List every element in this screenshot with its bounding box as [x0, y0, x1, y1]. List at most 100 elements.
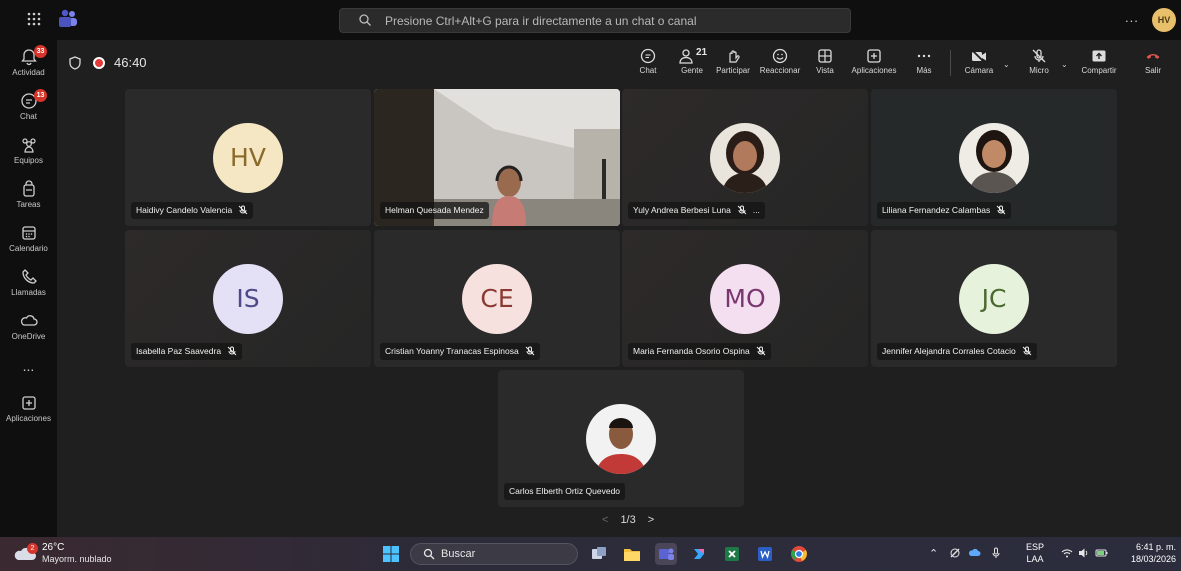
avatar: CE: [462, 264, 532, 334]
toolbar-divider: [950, 50, 951, 76]
mic-label: Micro: [1029, 66, 1049, 75]
raise-label: Participar: [716, 66, 750, 75]
chrome-icon[interactable]: [788, 543, 810, 565]
search-box[interactable]: [339, 8, 851, 33]
apps-button[interactable]: Aplicaciones: [849, 44, 899, 84]
mic-options-chevron-icon[interactable]: ⌄: [1061, 60, 1068, 69]
more-options-icon[interactable]: ...: [1125, 10, 1139, 25]
view-label: Vista: [816, 66, 834, 75]
copilot-icon[interactable]: [688, 543, 710, 565]
avatar-photo: [959, 123, 1029, 193]
camera-button[interactable]: Cámara: [962, 44, 996, 84]
react-button[interactable]: Reaccionar: [758, 44, 802, 84]
participant-tile-video[interactable]: Helman Quesada Mendez: [374, 89, 620, 226]
more-button[interactable]: Más: [913, 44, 935, 84]
people-label: Gente: [681, 66, 703, 75]
rail-label: Equipos: [14, 156, 43, 165]
participant-tile[interactable]: JC Jennifer Alejandra Corrales Cotacio: [871, 230, 1117, 367]
mic-button[interactable]: Micro: [1024, 44, 1054, 84]
rail-item-equipos[interactable]: Equipos: [0, 132, 57, 176]
view-button[interactable]: Vista: [812, 44, 838, 84]
teams-taskbar-icon[interactable]: [655, 543, 677, 565]
wifi-icon[interactable]: [1061, 547, 1073, 559]
participant-name: Maria Fernanda Osorio Ospina: [628, 343, 771, 360]
participant-tile[interactable]: IS Isabella Paz Saavedra: [125, 230, 371, 367]
phone-icon: [21, 269, 37, 284]
participant-tile[interactable]: CE Cristian Yoanny Tranacas Espinosa: [374, 230, 620, 367]
participant-name: Helman Quesada Mendez: [380, 202, 489, 219]
leave-button[interactable]: Salir: [1141, 44, 1165, 84]
more-options-icon[interactable]: ...: [753, 205, 760, 215]
mic-off-icon: [1032, 49, 1046, 63]
participant-tile[interactable]: Yuly Andrea Berbesi Luna...: [622, 89, 868, 226]
avatar-photo: [586, 404, 656, 474]
tasks-icon: [22, 180, 35, 197]
recording-indicator-icon: [93, 57, 105, 69]
weather-desc: Mayorm. nublado: [42, 554, 112, 564]
rail-label: Tareas: [16, 200, 41, 209]
rail-label: Chat: [20, 112, 37, 121]
participant-tile[interactable]: Carlos Elberth Ortiz Quevedo: [498, 370, 744, 507]
input-language[interactable]: ESP LAA: [1026, 541, 1044, 565]
participant-count: 21: [696, 47, 708, 58]
people-button[interactable]: 21 Gente: [674, 44, 710, 84]
avatar: HV: [213, 123, 283, 193]
excel-icon[interactable]: [721, 543, 743, 565]
more-label: Más: [916, 66, 932, 75]
share-label: Compartir: [1081, 66, 1117, 75]
mic-off-icon: [996, 205, 1006, 215]
rail-item-chat[interactable]: 13 Chat: [0, 88, 57, 132]
file-explorer-icon[interactable]: [621, 543, 643, 565]
task-view-icon[interactable]: [588, 543, 610, 565]
microphone-tray-icon[interactable]: [990, 547, 1002, 559]
rail-item-aplicaciones[interactable]: Aplicaciones: [0, 390, 57, 434]
participant-tile[interactable]: Liliana Fernandez Calambas: [871, 89, 1117, 226]
rail-label: OneDrive: [11, 332, 46, 341]
rail-item-onedrive[interactable]: OneDrive: [0, 308, 57, 352]
chat-button[interactable]: Chat: [635, 44, 661, 84]
app-launcher-icon[interactable]: [26, 12, 42, 28]
prev-page-button[interactable]: <: [602, 514, 608, 526]
tray-app-icon[interactable]: [949, 547, 961, 559]
user-avatar[interactable]: HV: [1152, 8, 1176, 32]
mic-off-icon: [238, 205, 248, 215]
rail-item-actividad[interactable]: 33 Actividad: [0, 44, 57, 88]
onedrive-tray-icon[interactable]: [969, 547, 981, 559]
page-indicator: 1/3: [620, 514, 636, 526]
participant-tile[interactable]: HV Haidivy Candelo Valencia: [125, 89, 371, 226]
windows-taskbar: 2 26°C Mayorm. nublado Buscar ⌃ ESP LAA 6…: [0, 537, 1181, 571]
show-hidden-icons-icon[interactable]: ⌃: [929, 547, 938, 560]
word-icon[interactable]: [754, 543, 776, 565]
next-page-button[interactable]: >: [648, 514, 654, 526]
share-button[interactable]: Compartir: [1077, 44, 1121, 84]
rail-item-tareas[interactable]: Tareas: [0, 176, 57, 220]
participant-name: Isabella Paz Saavedra: [131, 343, 243, 360]
rail-label: Aplicaciones: [6, 414, 51, 423]
shield-icon[interactable]: [69, 56, 81, 70]
raise-hand-button[interactable]: Participar: [714, 44, 752, 84]
volume-icon[interactable]: [1078, 547, 1090, 559]
participant-tile[interactable]: MO Maria Fernanda Osorio Ospina: [622, 230, 868, 367]
avatar: IS: [213, 264, 283, 334]
weather-widget[interactable]: 2 26°C Mayorm. nublado: [12, 542, 112, 569]
gallery-pager: <1/3 >: [596, 514, 660, 526]
camera-options-chevron-icon[interactable]: ⌄: [1003, 60, 1010, 69]
left-rail: 33 Actividad 13 Chat Equipos Tareas Cale…: [0, 40, 57, 537]
taskbar-search[interactable]: Buscar: [410, 543, 578, 565]
mic-off-icon: [525, 346, 535, 356]
rail-item-llamadas[interactable]: Llamadas: [0, 264, 57, 308]
system-clock[interactable]: 6:41 p. m. 18/03/2026: [1120, 541, 1176, 565]
apps-label: Aplicaciones: [851, 66, 897, 75]
battery-icon[interactable]: [1095, 547, 1109, 559]
participant-name: Liliana Fernandez Calambas: [877, 202, 1012, 219]
chat-label: Chat: [639, 66, 657, 75]
teams-logo-icon: [58, 9, 78, 29]
view-grid-icon: [818, 49, 832, 63]
rail-item-calendario[interactable]: Calendario: [0, 220, 57, 264]
react-label: Reaccionar: [759, 66, 801, 75]
meeting-toolbar: 46:40 Chat 21 Gente Participar Reacciona…: [57, 40, 1181, 88]
emoji-icon: [772, 48, 788, 64]
search-input[interactable]: [385, 12, 835, 30]
windows-start-icon[interactable]: [383, 546, 399, 562]
more-apps-icon: ...: [22, 358, 35, 374]
